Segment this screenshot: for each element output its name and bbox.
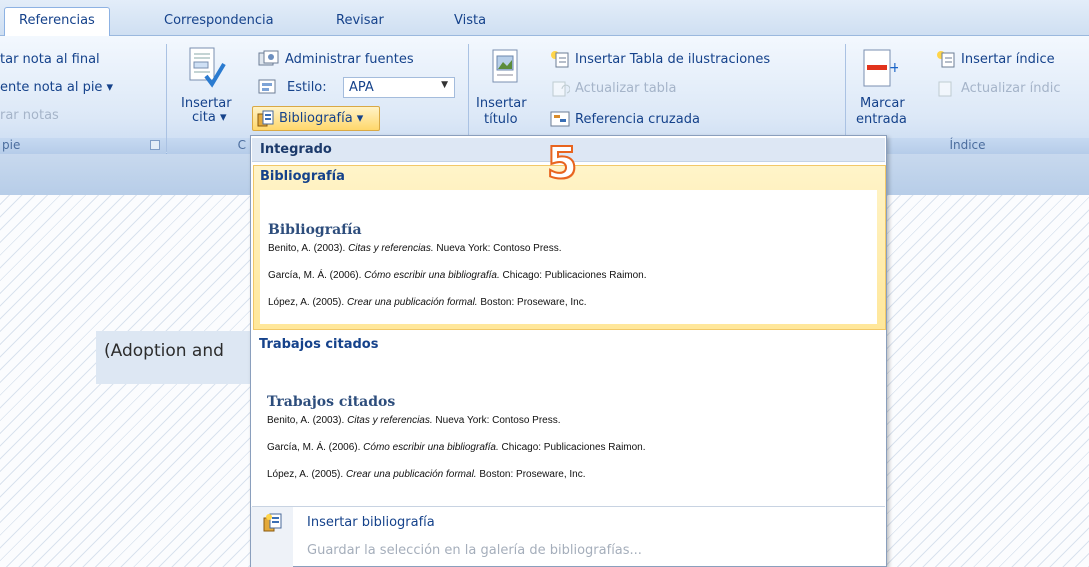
entry-author: López, A. (2005). (268, 297, 347, 308)
update-index-icon (936, 79, 956, 97)
index-group-label: Índice (949, 138, 986, 152)
save-selection-label: Guardar la selección en la galería de bi… (307, 543, 642, 558)
entry-author: García, M. Á. (2006). (267, 442, 364, 453)
save-selection-item[interactable]: Guardar la selección en la galería de bi… (251, 538, 886, 564)
style-label: Estilo: (287, 80, 327, 95)
insert-caption-label-1[interactable]: Insertar (476, 96, 527, 111)
gallery-item-bibliografia[interactable]: Bibliografía Bibliografía Benito, A. (20… (253, 165, 886, 330)
tab-correspondencia[interactable]: Correspondencia (150, 8, 288, 36)
tab-vista[interactable]: Vista (440, 8, 500, 36)
entry-title: Cómo escribir una bibliografía. (364, 270, 500, 281)
manage-sources-button[interactable]: Administrar fuentes (285, 52, 414, 67)
update-table-button[interactable]: Actualizar tabla (575, 81, 677, 96)
mark-entry-icon[interactable]: + (862, 48, 901, 90)
show-notes-button[interactable]: rar notas (0, 108, 59, 123)
group-separator (166, 44, 167, 152)
preview-title: Bibliografía (268, 222, 362, 238)
entry-title: Cómo escribir una bibliografía. (363, 442, 499, 453)
cross-reference-button[interactable]: Referencia cruzada (575, 112, 700, 127)
insert-caption-label-2[interactable]: título (484, 112, 518, 127)
entry-publisher: Nueva York: Contoso Press. (433, 243, 562, 254)
preview-entry: García, M. Á. (2006). Cómo escribir una … (268, 270, 647, 281)
preview-entry: Benito, A. (2003). Citas y referencias. … (267, 415, 561, 426)
mark-entry-label-1[interactable]: Marcar (860, 96, 905, 111)
insert-index-icon (936, 50, 956, 68)
entry-title: Crear una publicación formal. (345, 469, 477, 480)
menu-divider (252, 506, 885, 507)
cross-reference-icon (550, 110, 570, 128)
tab-revisar[interactable]: Revisar (322, 8, 398, 36)
preview-entry: López, A. (2005). Crear una publicación … (267, 469, 586, 480)
insert-bibliography-label: Insertar bibliografía (307, 515, 435, 530)
bibliography-preview: Bibliografía Benito, A. (2003). Citas y … (260, 190, 877, 324)
style-select[interactable]: APA ▼ (343, 77, 455, 98)
dialog-launcher-icon[interactable] (150, 140, 160, 150)
bibliography-button[interactable]: Bibliografía ▾ (252, 106, 380, 131)
insert-citation-label-1[interactable]: Insertar (181, 96, 232, 111)
table-of-figures-icon (550, 50, 570, 68)
insert-bibliography-icon (263, 513, 283, 533)
entry-publisher: Boston: Proseware, Inc. (477, 297, 587, 308)
entry-title: Citas y referencias. (348, 243, 434, 254)
entry-publisher: Chicago: Publicaciones Raimon. (499, 270, 647, 281)
insert-caption-icon[interactable] (490, 48, 520, 86)
update-table-icon (550, 79, 571, 97)
insert-table-of-figures-button[interactable]: Insertar Tabla de ilustraciones (575, 52, 770, 67)
ribbon-tab-bar: Referencias Correspondencia Revisar Vist… (0, 0, 1089, 37)
insert-citation-icon[interactable] (186, 46, 228, 92)
step-number-annotation: 5 (546, 138, 579, 189)
entry-publisher: Boston: Proseware, Inc. (476, 469, 586, 480)
entry-author: Benito, A. (2003). (267, 415, 348, 426)
preview-title: Trabajos citados (267, 394, 396, 410)
manage-sources-icon (258, 50, 280, 68)
next-footnote-button[interactable]: ente nota al pie ▾ (0, 80, 113, 95)
citations-group-title: C (167, 138, 250, 154)
entry-title: Citas y referencias. (347, 415, 433, 426)
style-icon (258, 78, 280, 96)
footnotes-group-label: pie (2, 138, 21, 152)
bibliography-icon (257, 110, 275, 128)
insert-endnote-button[interactable]: tar nota al final (0, 52, 100, 67)
bibliography-gallery: Integrado Bibliografía Bibliografía Beni… (250, 135, 887, 567)
gallery-item-category: Trabajos citados (259, 337, 379, 352)
mark-entry-label-2[interactable]: entrada (856, 112, 907, 127)
entry-author: Benito, A. (2003). (268, 243, 349, 254)
works-cited-preview: Trabajos citados Benito, A. (2003). Cita… (259, 360, 876, 496)
insert-bibliography-item[interactable]: Insertar bibliografía (251, 510, 886, 536)
chevron-down-icon: ▼ (441, 80, 448, 90)
preview-entry: Benito, A. (2003). Citas y referencias. … (268, 243, 562, 254)
svg-text:+: + (889, 60, 898, 76)
entry-publisher: Chicago: Publicaciones Raimon. (498, 442, 646, 453)
insert-citation-label-2[interactable]: cita ▾ (192, 110, 226, 125)
insert-index-button[interactable]: Insertar índice (961, 52, 1055, 67)
bibliography-button-label: Bibliografía ▾ (279, 111, 364, 126)
update-index-button[interactable]: Actualizar índic (961, 81, 1060, 96)
preview-entry: García, M. Á. (2006). Cómo escribir una … (267, 442, 646, 453)
gallery-item-trabajos-citados[interactable]: Trabajos citados Trabajos citados Benito… (253, 334, 886, 502)
style-select-value: APA (349, 80, 374, 95)
entry-author: García, M. Á. (2006). (268, 270, 365, 281)
entry-title: Crear una publicación formal. (346, 297, 478, 308)
entry-publisher: Nueva York: Contoso Press. (432, 415, 561, 426)
tab-referencias[interactable]: Referencias (4, 7, 110, 37)
entry-author: López, A. (2005). (267, 469, 346, 480)
citations-group-label: C (237, 138, 246, 152)
preview-entry: López, A. (2005). Crear una publicación … (268, 297, 587, 308)
footnotes-group-title: pie (0, 138, 166, 154)
